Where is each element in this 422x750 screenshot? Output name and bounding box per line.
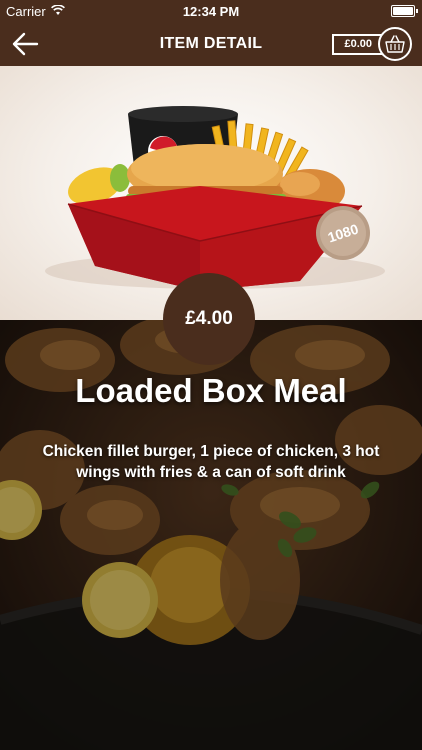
- item-title: Loaded Box Meal: [75, 372, 347, 409]
- battery-icon: [391, 5, 418, 17]
- cart-circle: [378, 27, 412, 61]
- nav-bar: ITEM DETAIL £0.00: [0, 22, 422, 66]
- cart-button[interactable]: £0.00: [332, 27, 412, 61]
- battery-fill: [393, 7, 413, 15]
- item-description: Chicken fillet burger, 1 piece of chicke…: [42, 443, 380, 481]
- basket-icon: [385, 35, 405, 53]
- status-time: 12:34 PM: [182, 4, 240, 19]
- status-bar: Carrier 12:34 PM: [0, 0, 422, 22]
- price-badge: £4.00: [163, 273, 255, 365]
